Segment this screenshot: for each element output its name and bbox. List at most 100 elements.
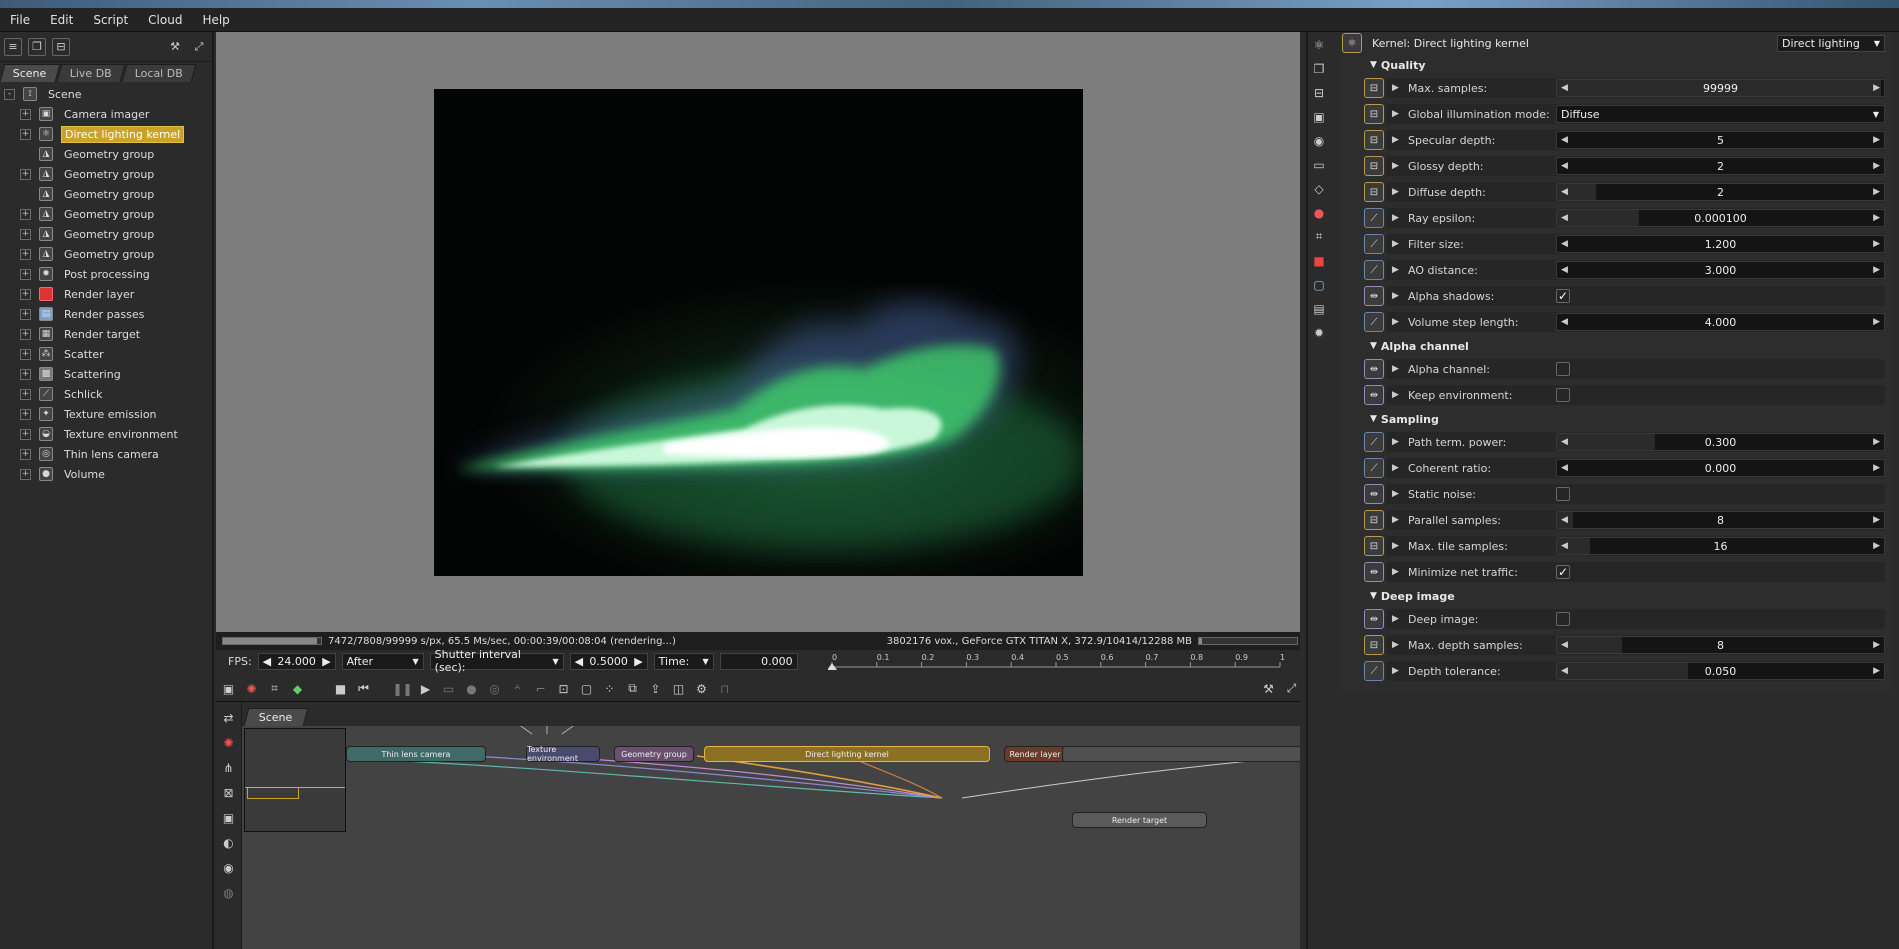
param-type-icon[interactable]: ⇹ — [1364, 359, 1384, 379]
expand-arrow-icon[interactable]: ▶ — [1392, 364, 1402, 374]
decrement-arrow-icon[interactable]: ◀ — [1561, 437, 1568, 447]
pause-icon[interactable]: ❚❚ — [392, 680, 412, 697]
increment-arrow-icon[interactable]: ▶ — [1873, 213, 1880, 223]
settings-icon[interactable]: ⚙ — [693, 680, 710, 697]
collapse-arrow-icon[interactable]: ▼ — [1370, 591, 1377, 601]
menu-script[interactable]: Script — [83, 13, 138, 27]
node-reset-icon[interactable]: ✺ — [220, 734, 237, 751]
param-slider[interactable]: ◀ 0.000 ▶ — [1556, 459, 1885, 477]
sphere-icon[interactable]: ● — [463, 680, 480, 697]
inspector-cube-icon[interactable]: ▢ — [1310, 276, 1328, 293]
expand-arrow-icon[interactable]: ▶ — [1392, 541, 1402, 551]
af-icon[interactable]: ᴬ — [509, 680, 526, 697]
param-type-icon[interactable]: ⇹ — [1364, 385, 1384, 405]
expand-toggle-icon[interactable]: + — [20, 208, 31, 220]
tree-item-geometry-group[interactable]: ◮ Geometry group — [0, 144, 212, 164]
list-view-icon[interactable]: ≡ — [4, 37, 22, 56]
param-slider[interactable]: ◀ 2 ▶ — [1556, 183, 1885, 201]
param-type-icon[interactable]: ⟋ — [1364, 661, 1384, 681]
rewind-icon[interactable]: ⏮ — [355, 680, 372, 697]
param-slider[interactable]: ◀ 0.300 ▶ — [1556, 433, 1885, 451]
tab-scene[interactable]: Scene — [0, 64, 60, 82]
param-type-icon[interactable]: ⊟ — [1364, 104, 1384, 124]
expand-toggle-icon[interactable]: + — [20, 268, 31, 280]
tree-item-geometry-group[interactable]: ◮ Geometry group — [0, 184, 212, 204]
param-type-icon[interactable]: ⇹ — [1364, 609, 1384, 629]
decrement-arrow-icon[interactable]: ◀ — [1561, 463, 1568, 473]
param-slider[interactable]: ◀ 0.000100 ▶ — [1556, 209, 1885, 227]
tree-item-geometry-group[interactable]: + ◮ Geometry group — [0, 204, 212, 224]
timeline-ruler[interactable]: 0 0.1 0.2 0.3 0.4 0.5 0.6 0.7 0.8 0.9 1 — [828, 651, 1286, 671]
expand-arrow-icon[interactable]: ▶ — [1392, 291, 1402, 301]
expand-arrow-icon[interactable]: ▶ — [1392, 666, 1402, 676]
picker-icon[interactable]: ⁘ — [601, 680, 618, 697]
inspector-geometry-icon[interactable]: ◇ — [1310, 180, 1328, 197]
expand-arrow-icon[interactable]: ▶ — [1392, 515, 1402, 525]
node-texture-environment[interactable]: Texture environment — [526, 745, 600, 763]
param-type-icon[interactable]: ⊟ — [1364, 182, 1384, 202]
inspector-kernel-icon[interactable]: ⚛ — [1310, 36, 1328, 53]
viewport-maximize-icon[interactable]: ⤢ — [1283, 680, 1300, 697]
increment-arrow-icon[interactable]: ▶ — [1873, 161, 1880, 171]
inspector-display-icon[interactable]: ▭ — [1310, 156, 1328, 173]
param-slider[interactable]: ◀ 3.000 ▶ — [1556, 261, 1885, 279]
expand-arrow-icon[interactable]: ▶ — [1392, 83, 1402, 93]
duplicate-icon[interactable]: ❐ — [28, 37, 46, 56]
increment-arrow-icon[interactable]: ▶ — [1873, 317, 1880, 327]
node-unnamed[interactable] — [1062, 746, 1300, 762]
param-type-icon[interactable]: ⊟ — [1364, 156, 1384, 176]
param-type-icon[interactable]: ⊟ — [1364, 510, 1384, 530]
decrement-arrow-icon[interactable]: ◀ — [1561, 213, 1568, 223]
param-slider[interactable]: ◀ 1.200 ▶ — [1556, 235, 1885, 253]
expand-toggle-icon[interactable]: + — [20, 328, 31, 340]
param-type-icon[interactable]: ⟋ — [1364, 312, 1384, 332]
param-type-icon[interactable]: ⟋ — [1364, 260, 1384, 280]
decrement-arrow-icon[interactable]: ◀ — [1561, 83, 1568, 93]
section-quality[interactable]: ▼ Quality — [1340, 55, 1890, 75]
decrement-arrow-icon[interactable]: ◀ — [1561, 135, 1568, 145]
decrement-arrow-icon[interactable]: ◀ — [1561, 640, 1568, 650]
param-checkbox[interactable] — [1556, 388, 1570, 402]
frame-icon[interactable]: ▢ — [578, 680, 595, 697]
increment-arrow-icon[interactable]: ▶ — [1873, 239, 1880, 249]
expand-toggle-icon[interactable]: + — [20, 428, 31, 440]
play-icon[interactable]: ▶ — [417, 680, 434, 697]
param-slider[interactable]: ◀ 2 ▶ — [1556, 157, 1885, 175]
param-type-icon[interactable]: ⇹ — [1364, 286, 1384, 306]
tree-item-render-passes[interactable]: + ▤ Render passes — [0, 304, 212, 324]
expand-toggle-icon[interactable]: + — [20, 108, 31, 120]
section-alpha-channel[interactable]: ▼ Alpha channel — [1340, 336, 1890, 356]
decrement-arrow-icon[interactable]: ◀ — [1561, 541, 1568, 551]
param-slider[interactable]: ◀ 16 ▶ — [1556, 537, 1885, 555]
param-type-icon[interactable]: ⟋ — [1364, 432, 1384, 452]
section-sampling[interactable]: ▼ Sampling — [1340, 409, 1890, 429]
tab-local-db[interactable]: Local DB — [121, 64, 196, 82]
param-type-icon[interactable]: ⊟ — [1364, 635, 1384, 655]
tree-item-texture-emission[interactable]: + ✦ Texture emission — [0, 404, 212, 424]
inspector-sun-icon[interactable]: ✹ — [1310, 324, 1328, 341]
expand-arrow-icon[interactable]: ▶ — [1392, 489, 1402, 499]
menu-file[interactable]: File — [0, 13, 40, 27]
menu-cloud[interactable]: Cloud — [138, 13, 192, 27]
reset-render-icon[interactable]: ✺ — [243, 680, 260, 697]
param-type-icon[interactable]: ⇹ — [1364, 484, 1384, 504]
inspector-grid-icon[interactable]: ⌗ — [1310, 228, 1328, 245]
param-type-icon[interactable]: ⟋ — [1364, 458, 1384, 478]
expand-arrow-icon[interactable]: ▶ — [1392, 109, 1402, 119]
expand-toggle-icon[interactable]: + — [20, 388, 31, 400]
kernel-type-dropdown[interactable]: Direct lighting ▼ — [1777, 34, 1885, 52]
increment-arrow-icon[interactable]: ▶ — [1873, 265, 1880, 275]
expand-arrow-icon[interactable]: ▶ — [1392, 567, 1402, 577]
collapse-arrow-icon[interactable]: ▼ — [1370, 60, 1377, 70]
expand-toggle-icon[interactable]: + — [20, 168, 31, 180]
fps-spinner[interactable]: ◀ 24.000 ▶ — [257, 652, 336, 670]
param-slider[interactable]: ◀ 8 ▶ — [1556, 511, 1885, 529]
expand-arrow-icon[interactable]: ▶ — [1392, 317, 1402, 327]
decrement-arrow-icon[interactable]: ◀ — [1561, 265, 1568, 275]
decrement-arrow-icon[interactable]: ◀ — [1561, 666, 1568, 676]
node-fit-icon[interactable]: ⊠ — [220, 784, 237, 801]
tree-item-geometry-group[interactable]: + ◮ Geometry group — [0, 164, 212, 184]
expand-toggle-icon[interactable]: + — [20, 448, 31, 460]
expand-arrow-icon[interactable]: ▶ — [1392, 390, 1402, 400]
param-slider[interactable]: ◀ 5 ▶ — [1556, 131, 1885, 149]
